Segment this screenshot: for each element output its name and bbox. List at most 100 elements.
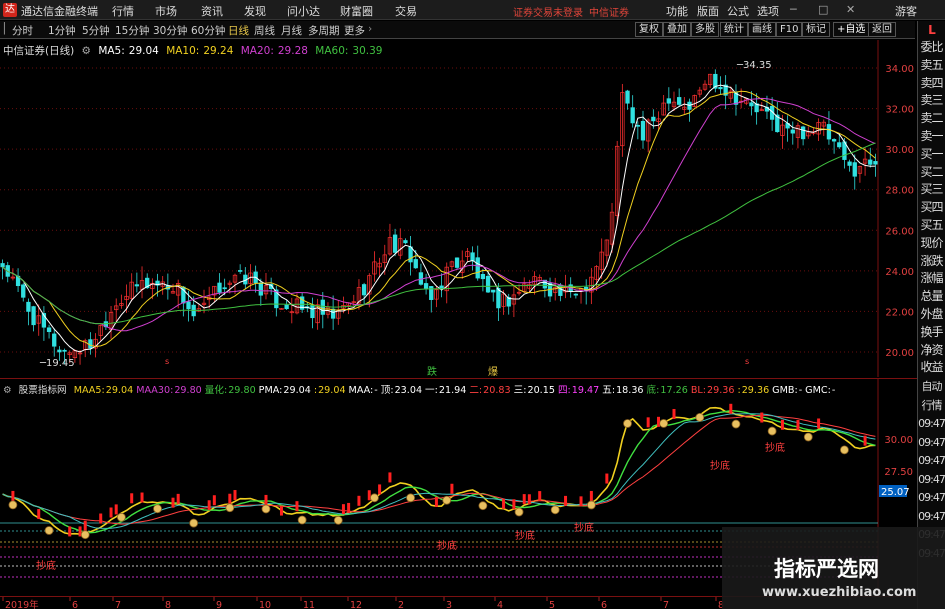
- candle-body: [718, 87, 723, 90]
- menu-function[interactable]: 功能: [666, 3, 688, 19]
- menu-trade[interactable]: 交易: [395, 3, 417, 19]
- signal-bar: [512, 499, 516, 510]
- ma10-label: MA10:: [166, 45, 200, 57]
- candle-body: [21, 284, 26, 298]
- candle-body: [625, 90, 630, 104]
- coin-marker-icon: [840, 445, 849, 455]
- price-tick-label: 22.00: [885, 307, 914, 318]
- signal-bar: [114, 504, 118, 515]
- signal-bar: [99, 513, 103, 524]
- signal-bar: [434, 496, 438, 507]
- coin-marker-icon: [514, 507, 524, 517]
- menu-ask[interactable]: 问小达: [287, 3, 320, 19]
- indicator-gear-icon[interactable]: ⚙: [3, 385, 12, 396]
- candle-body: [0, 263, 5, 268]
- tab-multi-period[interactable]: 多周期: [308, 23, 340, 38]
- price-tick-label: 26.00: [885, 226, 914, 237]
- menu-wealth[interactable]: 财富圈: [340, 3, 373, 19]
- mark-button[interactable]: 标记: [802, 22, 830, 37]
- coin-marker-icon: [803, 432, 813, 442]
- quote-field-label: 外盘: [920, 306, 943, 321]
- price-chart-panel[interactable]: 34.00 32.00 30.00 28.00 26.00 24.00 22.00 20.00…: [0, 40, 917, 378]
- stats-button[interactable]: 统计: [720, 22, 748, 37]
- signal-bar: [522, 494, 526, 505]
- coin-marker-icon: [406, 493, 415, 503]
- tab-1min[interactable]: 1分钟: [48, 23, 76, 38]
- signal-bar: [450, 483, 454, 494]
- login-notice[interactable]: 证券交易未登录: [513, 4, 583, 19]
- indicator-legend-value: 23.04: [394, 385, 423, 396]
- minimize-icon[interactable]: ─: [790, 3, 797, 16]
- signal-bar: [357, 495, 361, 506]
- pma-line: [2, 413, 876, 529]
- price-chart[interactable]: 34.00 32.00 30.00 28.00 26.00 24.00 22.00 20.00…: [0, 40, 917, 378]
- app-title: 通达信金融终端: [21, 5, 98, 18]
- f10-button[interactable]: F10: [776, 22, 803, 37]
- tab-30min[interactable]: 30分钟: [153, 23, 187, 38]
- indicator-legend-value: -: [798, 385, 803, 396]
- stock-title[interactable]: 中信证券(日线): [3, 45, 74, 57]
- signal-bar: [264, 494, 268, 505]
- candle-body: [837, 142, 842, 148]
- indicator-legend-item: BL:29.36: [691, 385, 735, 396]
- signal-bar: [863, 435, 867, 446]
- high-price-label: ─34.35: [736, 60, 772, 71]
- price-tick-label: 20.00: [885, 348, 914, 359]
- tab-daily[interactable]: 日线: [228, 23, 249, 38]
- tab-more[interactable]: 更多: [344, 23, 365, 38]
- menu-market[interactable]: 市场: [155, 3, 177, 19]
- indicator-legend-value: 29.04: [283, 385, 311, 396]
- bottom-signal-label: 抄底: [515, 529, 535, 542]
- settings-gear-icon[interactable]: ⚙: [82, 45, 91, 57]
- tick-time: 09:47: [918, 509, 945, 523]
- ma60-label: MA60:: [315, 45, 349, 57]
- tick-time: 09:47: [918, 454, 945, 467]
- menu-news[interactable]: 资讯: [201, 3, 223, 19]
- adjust-button[interactable]: 复权: [635, 22, 663, 37]
- indicator-legend: ⚙ 股票指标网 MAA5:29.04 MAA30:29.80 量化:29.80 PMA…: [3, 382, 838, 396]
- candle-body: [46, 327, 52, 333]
- signal-bar: [341, 504, 345, 515]
- broker-name: 中信证券: [589, 8, 629, 19]
- draw-button[interactable]: 画线: [748, 22, 776, 37]
- back-button[interactable]: 返回: [868, 22, 896, 37]
- guest-label[interactable]: 游客: [895, 3, 917, 19]
- menu-quotes[interactable]: 行情: [112, 3, 134, 19]
- close-icon[interactable]: ✕: [846, 3, 855, 16]
- ma10-line: [2, 90, 876, 348]
- menu-discover[interactable]: 发现: [244, 3, 266, 19]
- side-tab-l[interactable]: L: [918, 21, 945, 39]
- candle-body: [403, 240, 408, 244]
- tab-monthly[interactable]: 月线: [281, 23, 302, 38]
- signal-bar: [672, 408, 676, 419]
- title-bar: 达 通达信金融终端 行情 市场 资讯 发现 问小达 财富圈 交易 证券交易未登录…: [0, 0, 945, 20]
- indicator-legend-item: MAA:-: [349, 385, 378, 396]
- maximize-icon[interactable]: □: [818, 3, 828, 16]
- indicator-name[interactable]: 股票指标网: [19, 385, 67, 396]
- multi-stock-button[interactable]: 多股: [691, 22, 719, 37]
- menu-layout[interactable]: 版面: [697, 3, 719, 19]
- coin-marker-icon: [695, 412, 705, 422]
- indicator-legend-label: MAA:: [348, 385, 374, 396]
- indicator-tick-label: 27.50: [884, 467, 913, 478]
- candle-body: [52, 333, 57, 347]
- tab-weekly[interactable]: 周线: [254, 23, 275, 38]
- tab-15min[interactable]: 15分钟: [115, 23, 149, 38]
- overlay-button[interactable]: 叠加: [663, 22, 691, 37]
- tab-timeshare[interactable]: 分时: [12, 23, 33, 38]
- menu-formula[interactable]: 公式: [727, 3, 749, 19]
- quote-field-label: 委比: [920, 40, 943, 54]
- tab-5min[interactable]: 5分钟: [82, 23, 110, 38]
- menu-options[interactable]: 选项: [757, 3, 779, 19]
- date-tick-label: 11: [303, 600, 315, 609]
- candle-body: [831, 139, 837, 142]
- maa5-line: [2, 406, 876, 535]
- more-chevron-icon[interactable]: ›: [368, 23, 372, 35]
- indicator-legend-item: 底:17.26: [647, 385, 688, 396]
- signal-bar: [729, 403, 733, 414]
- maa30-line: [2, 414, 876, 525]
- add-watchlist-button[interactable]: +自选: [833, 22, 870, 37]
- tab-60min[interactable]: 60分钟: [191, 23, 225, 38]
- indicator-legend-item: MAA5:29.04: [74, 385, 133, 396]
- coin-marker-icon: [189, 518, 199, 528]
